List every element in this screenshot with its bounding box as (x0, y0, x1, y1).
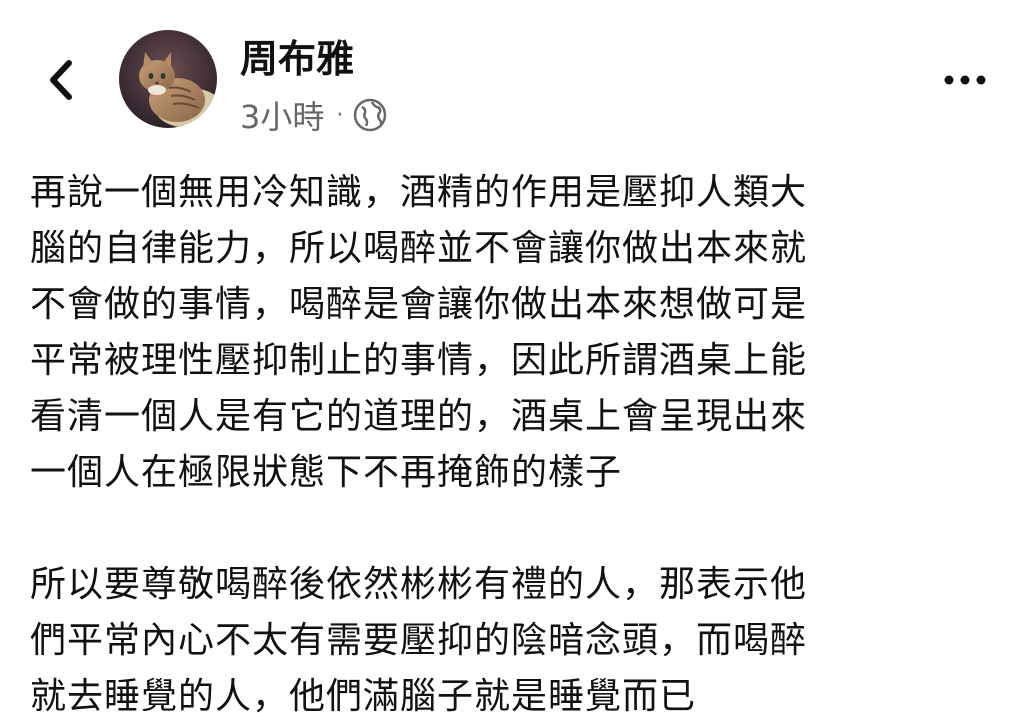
cat-avatar-image (119, 30, 217, 128)
more-dots-icon (944, 75, 986, 85)
post-header: 周布雅 3小時 · (0, 0, 1024, 150)
post-paragraph: 所以要尊敬喝醉後依然彬彬有禮的人，那表示他 們平常內心不太有需要壓抑的陰暗念頭，… (30, 557, 1000, 713)
post-line: 所以要尊敬喝醉後依然彬彬有禮的人，那表示他 (30, 564, 808, 605)
globe-icon[interactable] (353, 98, 387, 132)
author-name[interactable]: 周布雅 (240, 34, 354, 84)
back-button[interactable] (38, 55, 82, 105)
meta-separator: · (336, 102, 344, 128)
post-line: 再說一個無用冷知識，酒精的作用是壓抑人類大 (30, 172, 808, 213)
post-line: 們平常內心不太有需要壓抑的陰暗念頭，而喝醉 (30, 620, 808, 661)
post-time[interactable]: 3小時 (240, 92, 324, 138)
post-paragraph: 再說一個無用冷知識，酒精的作用是壓抑人類大 腦的自律能力，所以喝醉並不會讓你做出… (30, 165, 1000, 501)
post-line: 看清一個人是有它的道理的，酒桌上會呈現出來 (30, 396, 808, 437)
post-page: 周布雅 3小時 · 再說一個無用冷知識，酒精的作用是壓抑人類大 腦的自律能力，所… (0, 0, 1024, 713)
chevron-left-icon (50, 60, 72, 100)
more-options-button[interactable] (940, 60, 990, 100)
post-body: 再說一個無用冷知識，酒精的作用是壓抑人類大 腦的自律能力，所以喝醉並不會讓你做出… (30, 165, 1000, 713)
post-line: 一個人在極限狀態下不再掩飾的樣子 (30, 452, 623, 493)
post-line: 不會做的事情，喝醉是會讓你做出本來想做可是 (30, 284, 808, 325)
post-line: 就去睡覺的人，他們滿腦子就是睡覺而已 (30, 676, 697, 713)
post-line: 腦的自律能力，所以喝醉並不會讓你做出本來就 (30, 228, 808, 269)
post-line: 平常被理性壓抑制止的事情，因此所謂酒桌上能 (30, 340, 808, 381)
post-meta: 3小時 · (240, 92, 387, 138)
avatar[interactable] (119, 30, 217, 128)
